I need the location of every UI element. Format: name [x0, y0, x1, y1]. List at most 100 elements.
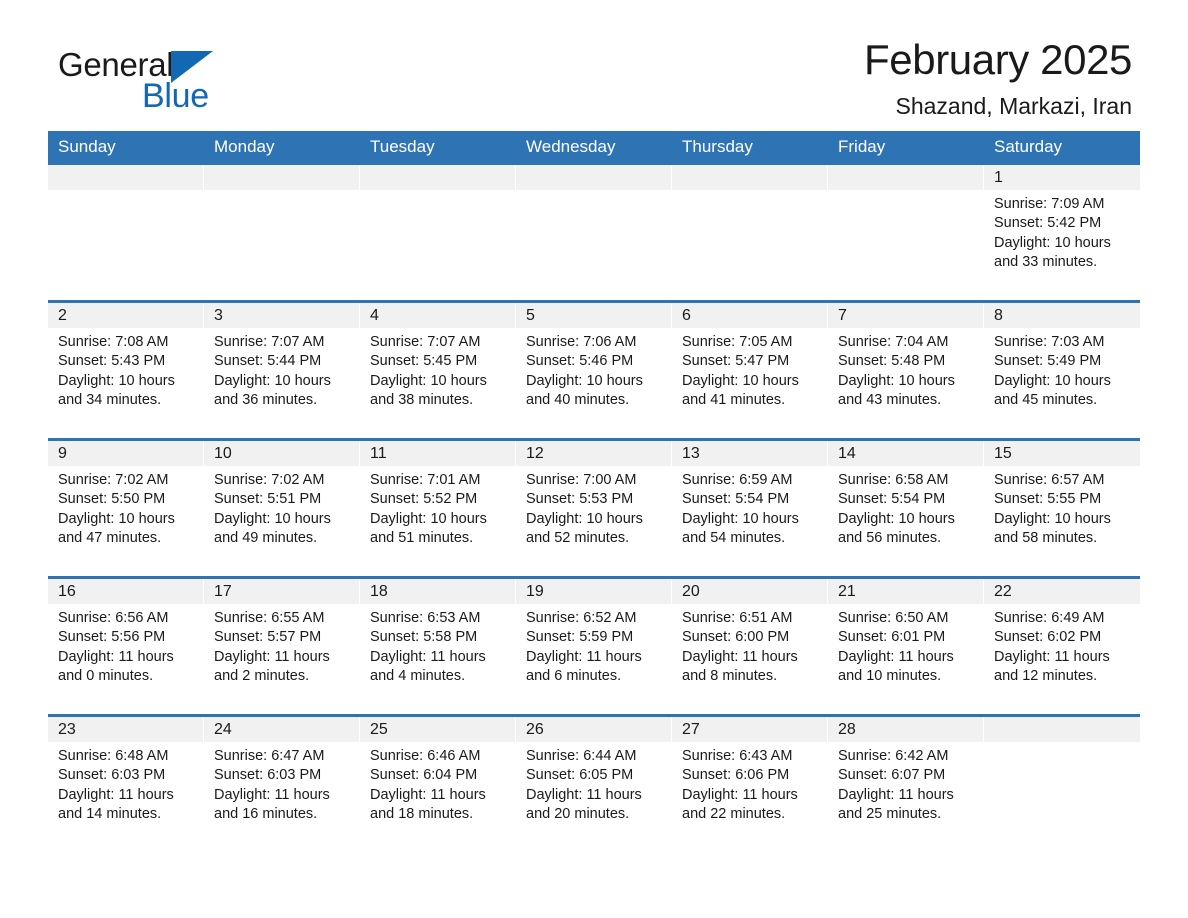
day-cell-inner: 15 Sunrise: 6:57 AM Sunset: 5:55 PM Dayligh…: [984, 440, 1140, 576]
sunset-text: Sunset: 5:55 PM: [994, 491, 1102, 508]
calendar-day-cell[interactable]: 10 Sunrise: 7:02 AM Sunset: 5:51 PM Dayligh…: [204, 437, 360, 578]
day-cell-inner: 27 Sunrise: 6:43 AM Sunset: 6:06 PM Dayligh…: [672, 716, 828, 852]
sunset-text: Sunset: 5:45 PM: [370, 353, 478, 370]
calendar-day-cell[interactable]: 21 Sunrise: 6:50 AM Sunset: 6:01 PM Dayligh…: [828, 575, 984, 716]
day-number: 1: [984, 164, 1140, 190]
day-cell-inner: 24 Sunrise: 6:47 AM Sunset: 6:03 PM Dayligh…: [204, 716, 360, 852]
daylight-text: Daylight: 11 hours and 18 minutes.: [370, 786, 486, 823]
calendar-day-cell[interactable]: 27 Sunrise: 6:43 AM Sunset: 6:06 PM Dayligh…: [672, 713, 828, 852]
day-cell-inner: 11 Sunrise: 7:01 AM Sunset: 5:52 PM Dayligh…: [360, 440, 516, 576]
day-cell-inner: 19 Sunrise: 6:52 AM Sunset: 5:59 PM Dayligh…: [516, 578, 672, 714]
calendar-day-cell[interactable]: 13 Sunrise: 6:59 AM Sunset: 5:54 PM Dayligh…: [672, 437, 828, 578]
day-number: 6: [672, 302, 828, 328]
day-cell-details: Sunrise: 6:59 AM Sunset: 5:54 PM Daylight:…: [672, 466, 828, 549]
day-cell-details: Sunrise: 7:05 AM Sunset: 5:47 PM Daylight:…: [672, 328, 828, 411]
day-number: 21: [828, 578, 984, 604]
day-cell-details: Sunrise: 6:58 AM Sunset: 5:54 PM Daylight:…: [828, 466, 984, 549]
calendar-day-cell[interactable]: 7 Sunrise: 7:04 AM Sunset: 5:48 PM Daylight…: [828, 299, 984, 440]
day-number: 14: [828, 440, 984, 466]
day-cell-inner: 13 Sunrise: 6:59 AM Sunset: 5:54 PM Dayligh…: [672, 440, 828, 576]
calendar-day-cell[interactable]: 5 Sunrise: 7:06 AM Sunset: 5:46 PM Daylight…: [516, 299, 672, 440]
sunrise-text: Sunrise: 6:50 AM: [838, 609, 949, 626]
daylight-text: Daylight: 11 hours and 6 minutes.: [526, 648, 642, 685]
day-number: 19: [516, 578, 672, 604]
calendar-day-cell[interactable]: 24 Sunrise: 6:47 AM Sunset: 6:03 PM Dayligh…: [204, 713, 360, 852]
calendar-day-cell[interactable]: 20 Sunrise: 6:51 AM Sunset: 6:00 PM Dayligh…: [672, 575, 828, 716]
day-cell-details: Sunrise: 6:47 AM Sunset: 6:03 PM Daylight:…: [204, 742, 360, 825]
calendar-day-cell[interactable]: 2 Sunrise: 7:08 AM Sunset: 5:43 PM Daylight…: [48, 299, 204, 440]
day-cell-inner: 10 Sunrise: 7:02 AM Sunset: 5:51 PM Dayligh…: [204, 440, 360, 576]
sunrise-text: Sunrise: 6:58 AM: [838, 471, 949, 488]
daylight-text: Daylight: 10 hours and 36 minutes.: [214, 372, 331, 409]
calendar-day-cell[interactable]: 22 Sunrise: 6:49 AM Sunset: 6:02 PM Dayligh…: [984, 575, 1140, 716]
calendar-day-cell[interactable]: 15 Sunrise: 6:57 AM Sunset: 5:55 PM Dayligh…: [984, 437, 1140, 578]
daylight-text: Daylight: 10 hours and 54 minutes.: [682, 510, 799, 547]
day-number: 20: [672, 578, 828, 604]
calendar-day-cell[interactable]: 18 Sunrise: 6:53 AM Sunset: 5:58 PM Dayligh…: [360, 575, 516, 716]
weekday-header-monday: Monday: [204, 131, 360, 165]
sunset-text: Sunset: 5:48 PM: [838, 353, 946, 370]
calendar-day-cell[interactable]: 19 Sunrise: 6:52 AM Sunset: 5:59 PM Dayligh…: [516, 575, 672, 716]
calendar-day-cell[interactable]: 23 Sunrise: 6:48 AM Sunset: 6:03 PM Dayligh…: [48, 713, 204, 852]
day-cell-details: Sunrise: 6:53 AM Sunset: 5:58 PM Daylight:…: [360, 604, 516, 687]
daylight-text: Daylight: 10 hours and 33 minutes.: [994, 234, 1111, 271]
calendar-empty-cell: [204, 164, 360, 302]
calendar-day-cell[interactable]: 25 Sunrise: 6:46 AM Sunset: 6:04 PM Dayligh…: [360, 713, 516, 852]
day-cell-details: Sunrise: 7:07 AM Sunset: 5:44 PM Daylight:…: [204, 328, 360, 411]
calendar-day-cell[interactable]: 6 Sunrise: 7:05 AM Sunset: 5:47 PM Daylight…: [672, 299, 828, 440]
calendar-day-cell[interactable]: 17 Sunrise: 6:55 AM Sunset: 5:57 PM Dayligh…: [204, 575, 360, 716]
day-number: [360, 164, 516, 190]
day-number: 10: [204, 440, 360, 466]
calendar-day-cell[interactable]: 3 Sunrise: 7:07 AM Sunset: 5:44 PM Daylight…: [204, 299, 360, 440]
calendar-day-cell[interactable]: 28 Sunrise: 6:42 AM Sunset: 6:07 PM Dayligh…: [828, 713, 984, 852]
calendar-day-cell[interactable]: 12 Sunrise: 7:00 AM Sunset: 5:53 PM Dayligh…: [516, 437, 672, 578]
page-header: General Blue February 2025 Shazand, Mark…: [48, 0, 1140, 118]
sunrise-text: Sunrise: 6:52 AM: [526, 609, 637, 626]
calendar-day-cell[interactable]: 8 Sunrise: 7:03 AM Sunset: 5:49 PM Daylight…: [984, 299, 1140, 440]
day-number: 5: [516, 302, 672, 328]
calendar-day-cell[interactable]: 16 Sunrise: 6:56 AM Sunset: 5:56 PM Dayligh…: [48, 575, 204, 716]
weekday-header-saturday: Saturday: [984, 131, 1140, 165]
day-cell-details: Sunrise: 7:01 AM Sunset: 5:52 PM Daylight:…: [360, 466, 516, 549]
sunrise-text: Sunrise: 7:05 AM: [682, 333, 793, 350]
day-cell-inner: [828, 164, 984, 300]
sunset-text: Sunset: 5:46 PM: [526, 353, 634, 370]
daylight-text: Daylight: 11 hours and 14 minutes.: [58, 786, 174, 823]
daylight-text: Daylight: 10 hours and 43 minutes.: [838, 372, 955, 409]
day-number: 15: [984, 440, 1140, 466]
sunset-text: Sunset: 6:06 PM: [682, 767, 790, 784]
sunset-text: Sunset: 5:59 PM: [526, 629, 634, 646]
daylight-text: Daylight: 10 hours and 56 minutes.: [838, 510, 955, 547]
day-number: 12: [516, 440, 672, 466]
sunrise-text: Sunrise: 6:49 AM: [994, 609, 1105, 626]
calendar-empty-cell: [984, 713, 1140, 852]
calendar-header-row: Sunday Monday Tuesday Wednesday Thursday…: [48, 131, 1140, 165]
day-cell-details: Sunrise: 7:08 AM Sunset: 5:43 PM Daylight:…: [48, 328, 204, 411]
calendar-day-cell[interactable]: 9 Sunrise: 7:02 AM Sunset: 5:50 PM Daylight…: [48, 437, 204, 578]
calendar-day-cell[interactable]: 11 Sunrise: 7:01 AM Sunset: 5:52 PM Dayligh…: [360, 437, 516, 578]
day-number: 9: [48, 440, 204, 466]
day-cell-inner: 21 Sunrise: 6:50 AM Sunset: 6:01 PM Dayligh…: [828, 578, 984, 714]
day-number: [984, 716, 1140, 742]
calendar-day-cell[interactable]: 4 Sunrise: 7:07 AM Sunset: 5:45 PM Daylight…: [360, 299, 516, 440]
sunrise-text: Sunrise: 7:08 AM: [58, 333, 169, 350]
sunrise-text: Sunrise: 6:47 AM: [214, 747, 325, 764]
day-cell-inner: [672, 164, 828, 300]
sunrise-text: Sunrise: 6:55 AM: [214, 609, 325, 626]
calendar-day-cell[interactable]: 1 Sunrise: 7:09 AM Sunset: 5:42 PM Daylight…: [984, 164, 1140, 302]
sunset-text: Sunset: 5:54 PM: [682, 491, 790, 508]
day-number: 23: [48, 716, 204, 742]
day-cell-inner: 22 Sunrise: 6:49 AM Sunset: 6:02 PM Dayligh…: [984, 578, 1140, 714]
calendar-day-cell[interactable]: 14 Sunrise: 6:58 AM Sunset: 5:54 PM Dayligh…: [828, 437, 984, 578]
calendar-day-cell[interactable]: 26 Sunrise: 6:44 AM Sunset: 6:05 PM Dayligh…: [516, 713, 672, 852]
day-cell-details: Sunrise: 6:44 AM Sunset: 6:05 PM Daylight:…: [516, 742, 672, 825]
sunrise-text: Sunrise: 6:46 AM: [370, 747, 481, 764]
daylight-text: Daylight: 10 hours and 45 minutes.: [994, 372, 1111, 409]
day-cell-details: Sunrise: 6:46 AM Sunset: 6:04 PM Daylight:…: [360, 742, 516, 825]
daylight-text: Daylight: 10 hours and 51 minutes.: [370, 510, 487, 547]
day-cell-inner: 18 Sunrise: 6:53 AM Sunset: 5:58 PM Dayligh…: [360, 578, 516, 714]
day-number: 16: [48, 578, 204, 604]
day-cell-details: Sunrise: 6:52 AM Sunset: 5:59 PM Daylight:…: [516, 604, 672, 687]
day-cell-inner: [204, 164, 360, 300]
daylight-text: Daylight: 11 hours and 2 minutes.: [214, 648, 330, 685]
